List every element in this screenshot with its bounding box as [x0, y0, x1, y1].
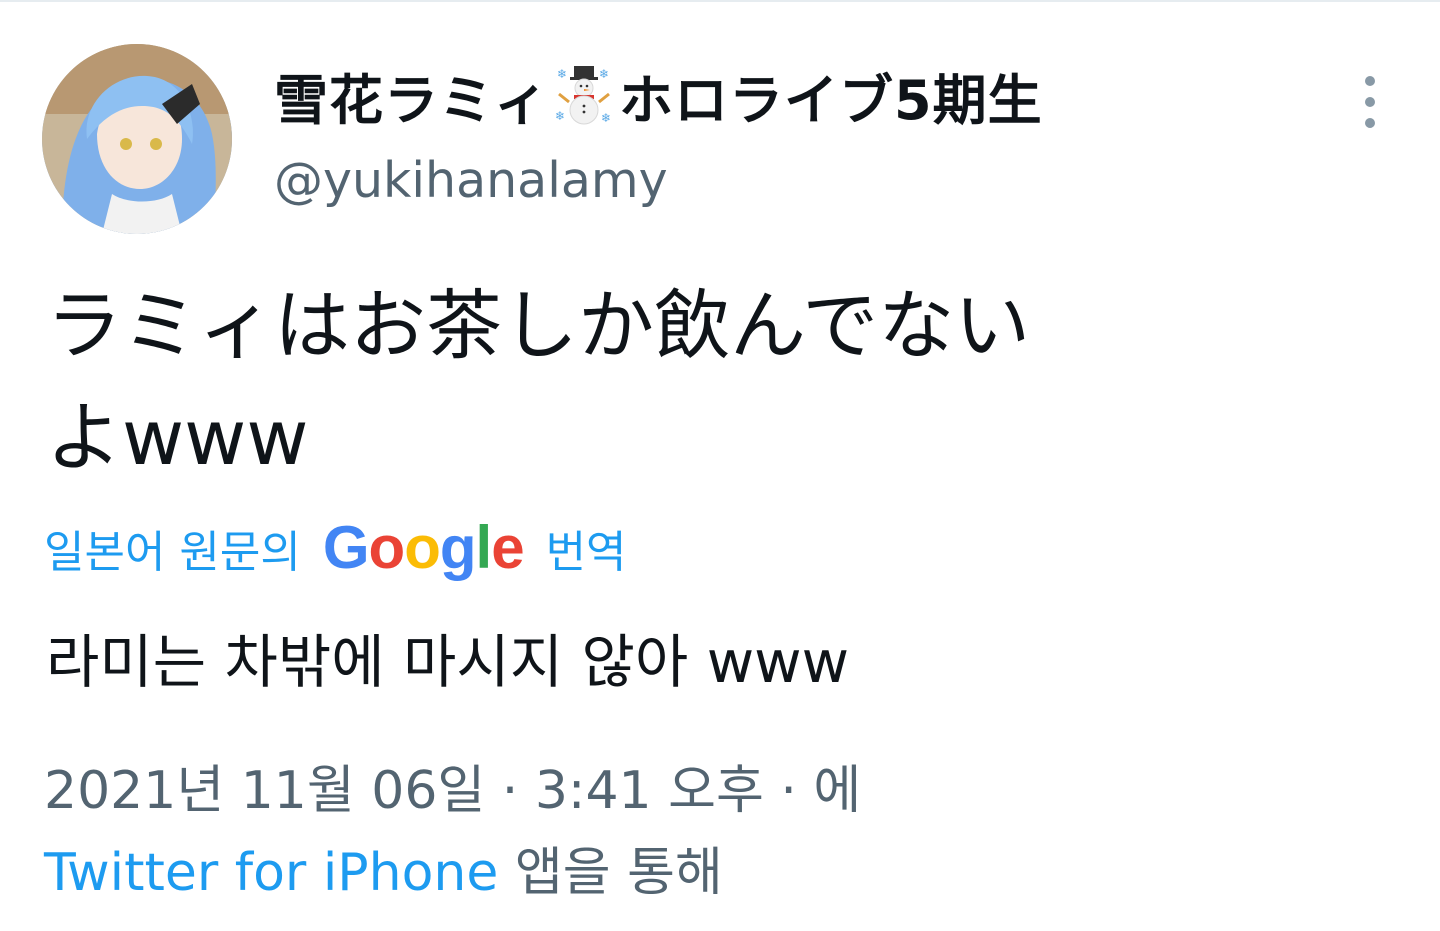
tweet-text-line1: ラミィはお茶しか飲んでない — [46, 281, 1031, 370]
svg-text:❄: ❄ — [601, 111, 612, 125]
tweet-timestamp: 2021년 11월 06일 · 3:41 오후 · 에 — [44, 761, 862, 821]
tweet-source: Twitter for iPhone 앱을 통해 — [44, 830, 723, 905]
snowman-icon: ❄ ❄ ❄ ❄ — [553, 64, 615, 126]
username[interactable]: @yukihanalamy — [274, 152, 668, 209]
tweet-text-line2: よwww — [46, 393, 309, 482]
svg-text:❄: ❄ — [599, 67, 610, 81]
display-name-text: 雪花ラミィ — [274, 68, 549, 132]
translation-label-suffix: 번역 — [545, 527, 627, 578]
more-vertical-icon[interactable] — [1352, 76, 1388, 128]
source-suffix: 앱을 통해 — [514, 843, 723, 903]
source-app-link[interactable]: Twitter for iPhone — [44, 843, 498, 903]
translate-link[interactable]: 일본어 원문의 Google 번역 — [44, 512, 627, 584]
display-name-suffix: ホロライブ5期生 — [619, 68, 1043, 132]
display-name[interactable]: 雪花ラミィ ❄ ❄ ❄ ❄ ホロライブ5期生 — [274, 60, 1043, 132]
svg-text:❄: ❄ — [557, 67, 568, 81]
google-logo: Google — [322, 514, 525, 581]
avatar[interactable] — [42, 44, 232, 234]
tweet-text: ラミィはお茶しか飲んでない よwww — [46, 270, 1166, 494]
translated-text: 라미는 차밖에 마시지 않아 www — [46, 628, 850, 696]
dot — [1365, 118, 1375, 128]
top-divider — [0, 0, 1440, 2]
dot — [1365, 97, 1375, 107]
translation-label-prefix: 일본어 원문의 — [44, 527, 301, 578]
dot — [1365, 76, 1375, 86]
svg-text:❄: ❄ — [555, 109, 566, 123]
avatar-image — [42, 44, 232, 234]
